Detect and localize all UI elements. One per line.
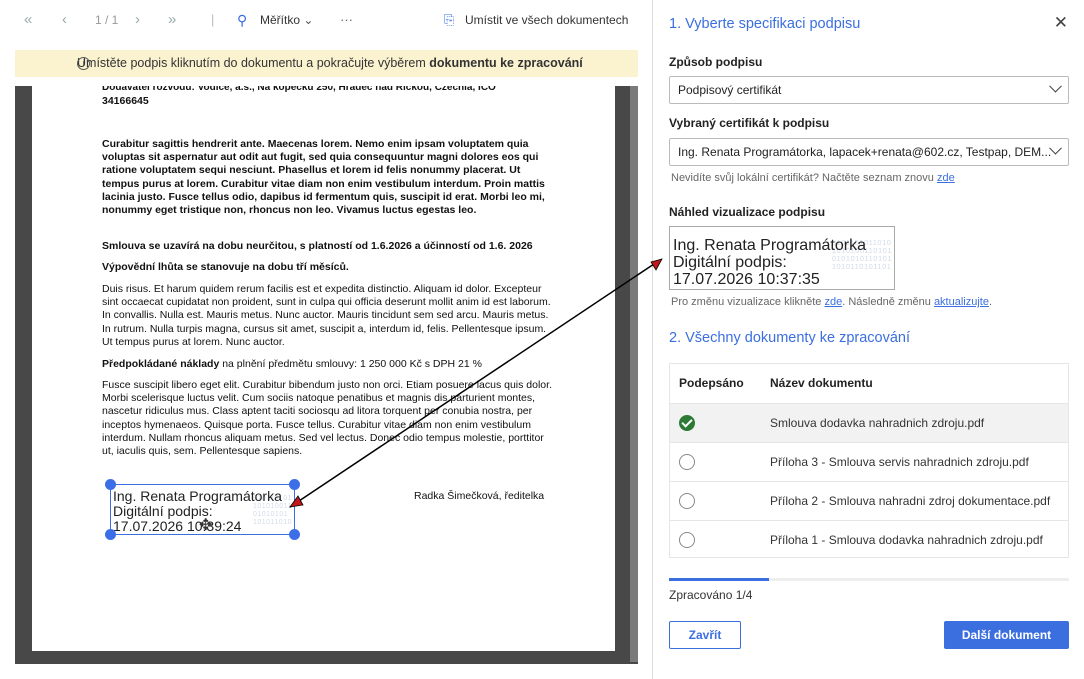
column-header-signed: Podepsáno (679, 376, 744, 390)
more-options-button[interactable]: ··· (340, 12, 353, 28)
placed-signature-box[interactable]: 010110101 101010011 01010101 101011010 Ing.… (105, 479, 300, 540)
preview-name: Ing. Renata Programátorka (673, 237, 866, 254)
resize-handle-bottom-right[interactable] (289, 529, 300, 540)
signer-name: Radka Šimečková, ředitelka (414, 490, 545, 502)
preview-hint-text-1: Pro změnu vizualizace klikněte (671, 296, 825, 308)
reload-certs-link[interactable]: zde (937, 172, 955, 184)
zoom-dropdown[interactable]: Měřítko ⌄ (260, 12, 313, 28)
next-document-button[interactable]: Další dokument (944, 621, 1069, 649)
doc-paragraph-2: Smlouva se uzavírá na dobu neurčitou, s … (102, 240, 533, 252)
signature-panel: 1. Vyberte specifikaci podpisu ✕ Způsob … (653, 0, 1084, 679)
doc-cut-line-2: 34166645 (102, 95, 149, 107)
close-icon[interactable]: ✕ (1054, 14, 1068, 32)
doc-paragraph-4: Duis risus. Et harum quidem rerum facili… (102, 283, 551, 348)
chevron-down-icon (1049, 79, 1062, 93)
progress-text: Zpracováno 1/4 (669, 588, 753, 602)
document-page[interactable]: Dodavatel rozvodu: Vodice, a.s., Na kope… (32, 86, 615, 651)
unsigned-radio-icon (679, 532, 695, 548)
move-cursor-icon: ✥ (199, 517, 213, 534)
doc-paragraph-5-bold: Předpokládané náklady (102, 358, 220, 370)
signed-check-icon (679, 415, 695, 431)
doc-paragraph-6: Fusce suscipit libero eget elit. Curabit… (102, 379, 552, 458)
preview-hint: Pro změnu vizualizace klikněte zde. Násl… (671, 296, 992, 308)
document-name: Příloha 1 - Smlouva dodavka nahradnich z… (770, 533, 1043, 547)
column-header-name: Název dokumentu (770, 376, 873, 390)
preview-label: Náhled vizualizace podpisu (669, 205, 826, 219)
resize-handle-bottom-left[interactable] (105, 529, 116, 540)
doc-cut-line: Dodavatel rozvodu: Vodice, a.s., Na kope… (102, 86, 496, 93)
resize-handle-top-left[interactable] (105, 479, 116, 490)
doc-paragraph-5-rest: na plnění předmětu smlouvy: 1 250 000 Kč… (219, 358, 482, 370)
resize-handle-top-right[interactable] (289, 479, 300, 490)
section-1-title: 1. Vyberte specifikaci podpisu (669, 16, 861, 32)
signature-preview: 0101101011010 1010100110101 0101010110101 1… (669, 226, 895, 290)
document-canvas[interactable]: Dodavatel rozvodu: Vodice, a.s., Na kope… (15, 86, 638, 664)
unsigned-radio-icon (679, 454, 695, 470)
table-row[interactable]: Příloha 3 - Smlouva servis nahradnich zd… (670, 442, 1068, 481)
first-page-icon[interactable]: « (24, 12, 32, 28)
document-name: Příloha 2 - Smlouva nahradni zdroj dokum… (770, 494, 1051, 508)
progress-fill (669, 578, 769, 581)
change-visualization-link[interactable]: zde (824, 296, 842, 308)
method-value: Podpisový certifikát (678, 83, 782, 97)
banner-text-bold: dokumentu ke zpracování (429, 56, 583, 70)
page-indicator: 1 / 1 (95, 13, 119, 27)
viewer-toolbar: « ‹ 1 / 1 › » | ⚲ Měřítko ⌄ ··· ⎘ Umísti… (0, 0, 652, 40)
info-banner: i Umístěte podpis kliknutím do dokumentu… (15, 50, 638, 77)
cert-hint-text: Nevidíte svůj lokální certifikát? Načtět… (671, 172, 937, 184)
documents-table: Podepsáno Název dokumentu Smlouva dodavk… (669, 363, 1069, 558)
preview-hint-text-3: . (988, 296, 993, 308)
table-row[interactable]: Smlouva dodavka nahradnich zdroju.pdf (670, 403, 1068, 442)
preview-sig-label: Digitální podpis: (673, 254, 787, 271)
preview-date: 17.07.2026 10:37:35 (673, 271, 820, 288)
last-page-icon[interactable]: » (168, 12, 176, 28)
info-icon: i (77, 57, 90, 70)
toolbar-separator: | (211, 12, 215, 27)
vertical-scrollbar[interactable] (630, 86, 638, 662)
section-2-title: 2. Všechny dokumenty ke zpracování (669, 330, 910, 346)
doc-paragraph-5: Předpokládané náklady na plnění předmětu… (102, 358, 552, 371)
cert-hint: Nevidíte svůj lokální certifikát? Načtět… (671, 172, 955, 184)
doc-paragraph-3: Výpovědní lhůta se stanovuje na dobu tří… (102, 261, 349, 273)
chevron-down-icon: ⌄ (303, 13, 314, 27)
table-row[interactable]: Příloha 1 - Smlouva dodavka nahradnich z… (670, 520, 1068, 559)
method-select[interactable]: Podpisový certifikát (669, 76, 1069, 104)
unsigned-radio-icon (679, 493, 695, 509)
place-all-icon: ⎘ (444, 12, 455, 27)
method-label: Způsob podpisu (669, 55, 763, 69)
update-visualization-link[interactable]: aktualizujte (934, 296, 989, 308)
document-name: Příloha 3 - Smlouva servis nahradnich zd… (770, 455, 1029, 469)
zoom-label: Měřítko (260, 13, 301, 27)
table-row[interactable]: Příloha 2 - Smlouva nahradni zdroj dokum… (670, 481, 1068, 520)
progress-bar (669, 578, 1069, 581)
place-in-all-documents-button[interactable]: Umístit ve všech dokumentech (465, 12, 628, 28)
preview-hint-text-2: . Následně změnu (842, 296, 934, 308)
sig-name: Ing. Renata Programátorka (113, 488, 282, 504)
next-page-icon[interactable]: › (135, 12, 140, 28)
previous-page-icon[interactable]: ‹ (62, 12, 67, 28)
cert-value: Ing. Renata Programátorka, lapacek+renat… (678, 145, 1052, 159)
cert-select[interactable]: Ing. Renata Programátorka, lapacek+renat… (669, 138, 1069, 166)
close-button[interactable]: Zavřít (669, 621, 741, 649)
document-viewer-pane: « ‹ 1 / 1 › » | ⚲ Měřítko ⌄ ··· ⎘ Umísti… (0, 0, 652, 679)
document-name: Smlouva dodavka nahradnich zdroju.pdf (770, 416, 985, 430)
banner-text: Umístěte podpis kliknutím do dokumentu a… (77, 56, 430, 70)
doc-paragraph-1: Curabitur sagittis hendrerit ante. Maece… (102, 138, 545, 217)
search-icon[interactable]: ⚲ (237, 12, 247, 28)
cert-label: Vybraný certifikát k podpisu (669, 116, 830, 130)
